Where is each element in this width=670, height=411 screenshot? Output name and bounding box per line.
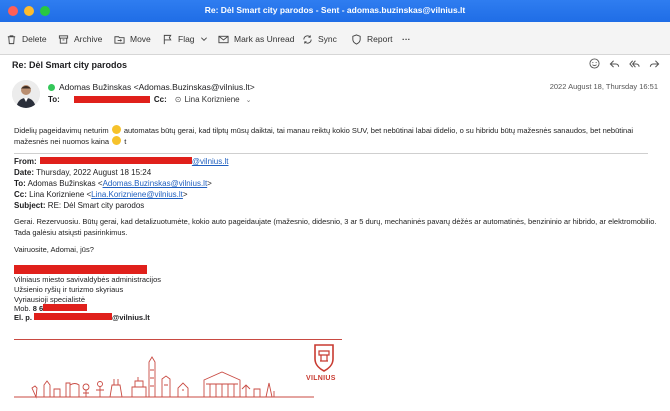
trash-icon	[7, 34, 16, 44]
quoted-from-label: From:	[14, 157, 37, 166]
window-title: Re: Dėl Smart city parodos - Sent - adom…	[204, 5, 466, 15]
phone-label: Mob.	[14, 304, 31, 313]
quoted-to: To: Adomas Bužinskas <Adomas.Buzinskas@v…	[14, 179, 212, 188]
archive-button[interactable]: Archive	[58, 32, 102, 46]
envelope-icon	[218, 35, 229, 43]
cc-contact-icon: ⊙	[174, 95, 182, 104]
quoted-subject-label: Subject:	[14, 201, 46, 210]
reply-icon[interactable]	[609, 58, 620, 69]
email-label: El. p.	[14, 313, 32, 322]
sender-avatar	[12, 80, 40, 108]
sender-name[interactable]: Adomas Bužinskas <Adomas.Buzinskas@vilni…	[59, 82, 255, 92]
quoted-body-line-1: Gerai. Rezervuosiu. Būtų gerai, kad deta…	[14, 217, 657, 226]
sync-label: Sync	[318, 34, 337, 44]
quoted-to-close: >	[207, 179, 212, 188]
flag-label: Flag	[178, 34, 195, 44]
mark-unread-button[interactable]: Mark as Unread	[218, 32, 294, 46]
quoted-to-email[interactable]: Adomas.Buzinskas@vilnius.lt	[103, 179, 208, 188]
quoted-greeting: Vairuosite, Adomai, jūs?	[14, 245, 94, 254]
email-value[interactable]: @vilnius.lt	[112, 313, 150, 322]
cc-label: Cc:	[153, 95, 167, 104]
quoted-date: Date: Thursday, 2022 August 18 15:24	[14, 168, 151, 177]
signature-title: Vyriausioji specialistė	[14, 295, 86, 304]
forward-icon[interactable]	[649, 58, 660, 69]
chevron-down-icon[interactable]	[200, 35, 208, 43]
city-skyline-illustration	[14, 356, 314, 399]
vilnius-logo-text: VILNIUS	[306, 375, 336, 382]
phone-value: 8 6	[32, 304, 44, 313]
folder-move-icon	[114, 35, 125, 44]
verified-status-icon	[48, 83, 55, 91]
recipients-line: To: Cc: ⊙ Lina Korizniene ⌄	[48, 95, 251, 104]
message-date: 2022 August 18, Thursday 16:51	[549, 82, 658, 91]
quoted-body-line-2: Tada galėsiu atsiųsti pasirinkimus.	[14, 228, 128, 237]
expand-recipients-icon[interactable]: ⌄	[246, 96, 252, 104]
signature-org: Vilniaus miesto savivaldybės administrac…	[14, 275, 162, 284]
body-text: t	[124, 137, 127, 146]
mark-unread-label: Mark as Unread	[234, 34, 295, 44]
quoted-cc-close: >	[182, 190, 188, 199]
toolbar: Delete Archive Move Flag Mark as Unread …	[0, 22, 670, 55]
redacted-sender	[39, 157, 192, 164]
sync-icon	[303, 34, 312, 44]
quoted-subject: Subject: RE: Dėl Smart city parodos	[14, 201, 144, 210]
delete-label: Delete	[22, 34, 47, 44]
redacted-recipient	[73, 96, 150, 103]
message-actions	[589, 58, 660, 69]
message-subject: Re: Dėl Smart city parodos	[12, 60, 128, 70]
archive-label: Archive	[74, 34, 103, 44]
body-text: mažesnės nei nuomos kaina	[14, 137, 110, 146]
reply-all-icon[interactable]	[629, 58, 640, 69]
quoted-date-value: Thursday, 2022 August 18 15:24	[36, 168, 152, 177]
report-label: Report	[367, 34, 393, 44]
more-button[interactable]: ···	[402, 32, 411, 46]
sender-line: Adomas Bužinskas <Adomas.Buzinskas@vilni…	[48, 82, 255, 92]
body-text: Didelių pageidavimų neturim	[14, 126, 109, 135]
quoted-cc-label: Cc:	[14, 190, 27, 199]
sync-button[interactable]: Sync	[302, 32, 337, 46]
window-titlebar: Re: Dėl Smart city parodos - Sent - adom…	[0, 0, 670, 22]
quoted-subject-value: RE: Dėl Smart city parodos	[47, 201, 145, 210]
body-text: automatas būtų gerai, kad tilptų mūsų da…	[123, 126, 634, 135]
quoted-cc: Cc: Lina Korizniene <Lina.Korizniene@vil…	[14, 190, 188, 199]
flag-icon	[163, 34, 172, 44]
to-label: To:	[48, 95, 60, 104]
body-paragraph-line-2: mažesnės nei nuomos kaina t	[14, 136, 126, 146]
body-paragraph-line-1: Didelių pageidavimų neturim automatas bū…	[14, 125, 633, 135]
quoted-date-label: Date:	[14, 168, 35, 177]
flag-button[interactable]: Flag	[162, 32, 208, 46]
archive-icon	[58, 34, 69, 44]
cc-recipient[interactable]: Lina Korizniene	[184, 95, 239, 104]
quoted-to-label: To:	[14, 179, 26, 188]
signature-phone: Mob. 8 6	[14, 304, 88, 313]
redacted-signature-name	[14, 265, 147, 274]
report-button[interactable]: Report	[351, 32, 393, 46]
quoted-from-email[interactable]: @vilnius.lt	[192, 157, 229, 166]
smile-emoji-icon	[112, 136, 122, 145]
signature-dept: Užsienio ryšių ir turizmo skyriaus	[14, 285, 124, 294]
smile-emoji-icon	[111, 125, 121, 134]
redacted-email	[34, 313, 113, 320]
move-button[interactable]: Move	[114, 32, 151, 46]
delete-button[interactable]: Delete	[6, 32, 47, 46]
quoted-from: From: @vilnius.lt	[14, 157, 228, 166]
quoted-cc-name: Lina Korizniene <	[29, 190, 92, 199]
signature-email: El. p. @vilnius.lt	[14, 313, 150, 322]
quoted-to-name: Adomas Bužinskas <	[27, 179, 103, 188]
vilnius-coat-of-arms-icon	[314, 344, 334, 372]
move-label: Move	[130, 34, 151, 44]
emoji-react-icon[interactable]	[589, 58, 600, 69]
shield-icon	[352, 33, 361, 45]
redacted-phone	[43, 304, 88, 311]
quoted-cc-email[interactable]: Lina.Korizniene@vilnius.lt	[91, 190, 183, 199]
quote-divider	[14, 153, 648, 154]
